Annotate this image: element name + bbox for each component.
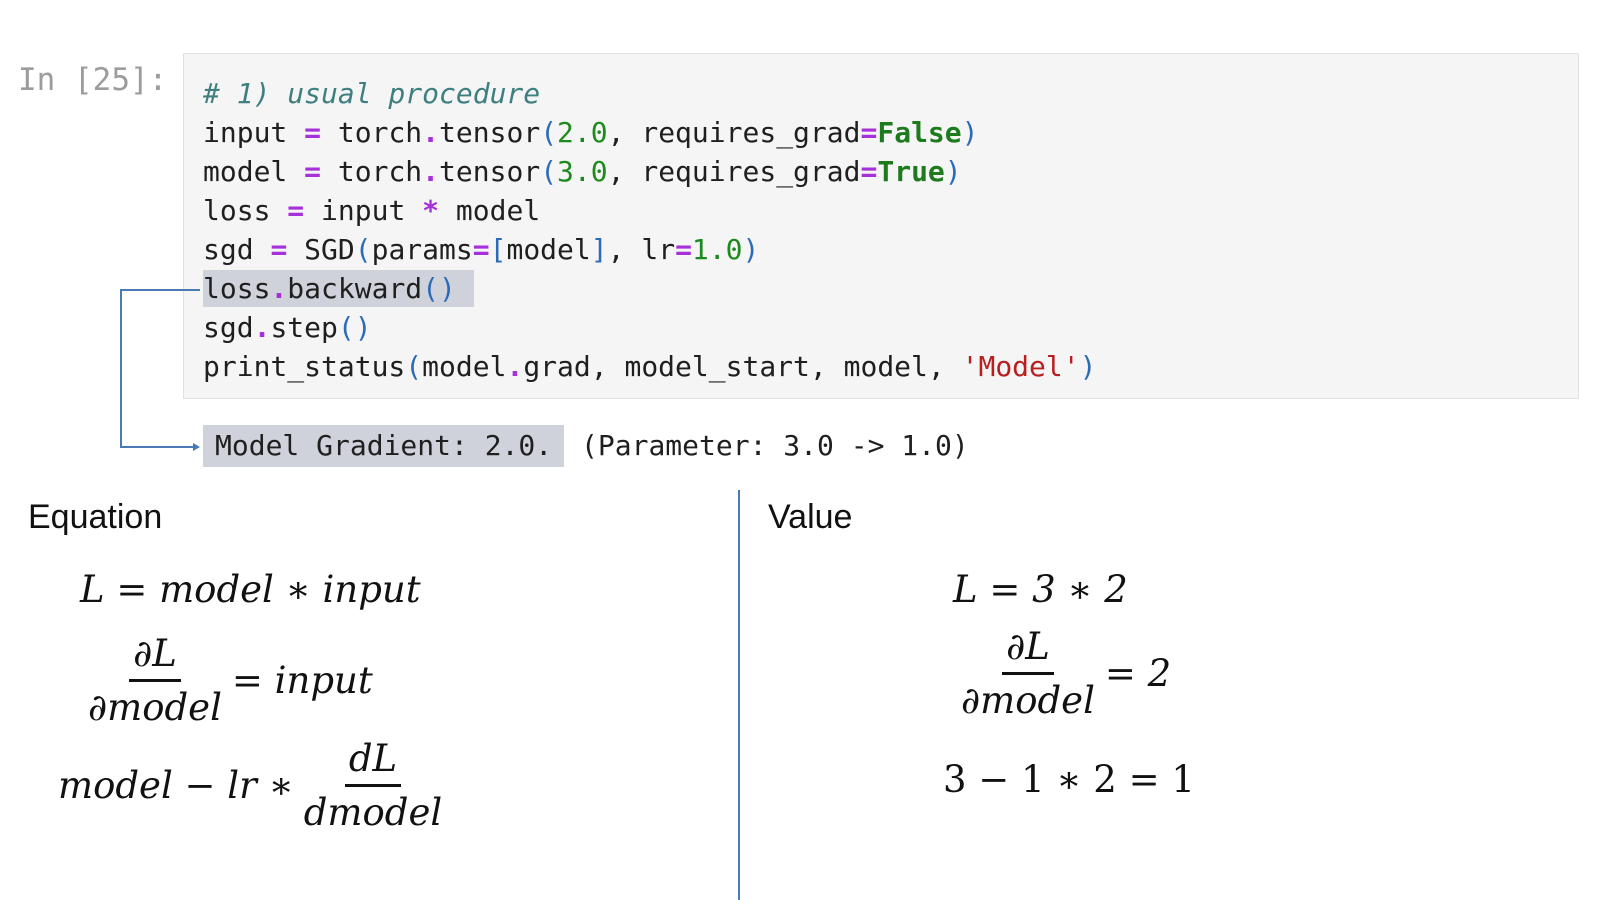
value-rhs: = 2 (1104, 652, 1172, 695)
equation-update: model − lr ∗ dL dmodel (58, 737, 452, 834)
value-loss: L = 3 ∗ 2 (953, 568, 1128, 611)
fraction: dL dmodel (300, 737, 446, 834)
equation-rhs: = input (231, 659, 373, 702)
value-title: Value (768, 498, 853, 536)
equation-derivative: ∂L ∂model = input (78, 632, 373, 729)
fraction: ∂L ∂model (957, 625, 1099, 722)
equation-lhs: model − lr ∗ (58, 764, 294, 807)
equation-loss: L = model ∗ input (80, 568, 421, 611)
fraction-numerator: dL (344, 737, 402, 787)
value-derivative: ∂L ∂model = 2 (951, 625, 1171, 722)
section-divider (738, 490, 740, 900)
value-update: 3 − 1 ∗ 2 = 1 (943, 758, 1195, 801)
fraction-numerator: ∂L (129, 632, 181, 682)
equation-title: Equation (28, 498, 163, 536)
fraction: ∂L ∂model (84, 632, 226, 729)
fraction-denominator: ∂model (88, 686, 222, 729)
fraction-denominator: ∂model (961, 679, 1095, 722)
fraction-numerator: ∂L (1002, 625, 1054, 675)
fraction-denominator: dmodel (303, 791, 443, 834)
